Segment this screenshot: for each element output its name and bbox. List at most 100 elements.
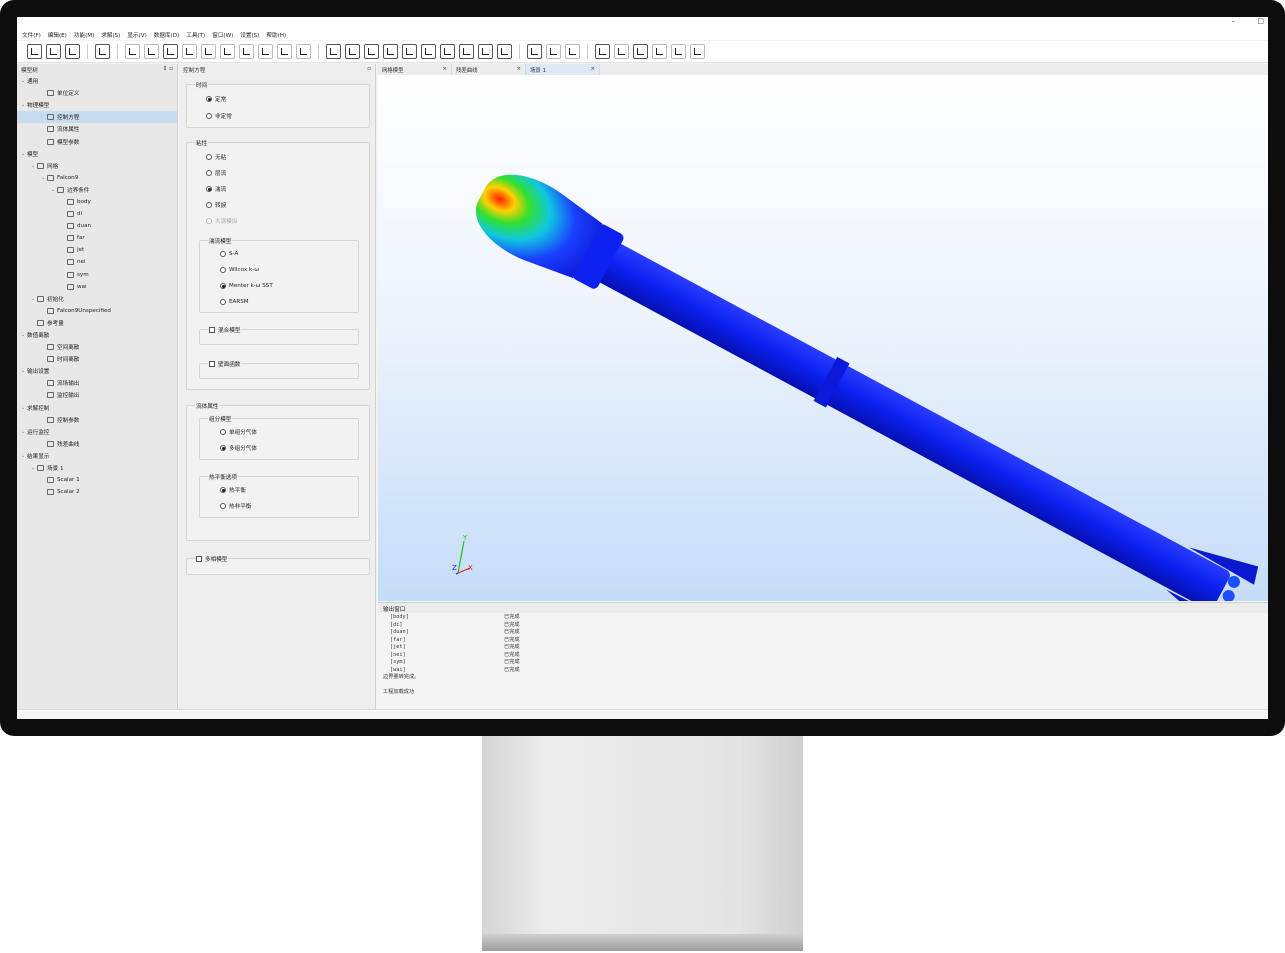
tree-item[interactable]: far bbox=[17, 232, 177, 244]
radio-single-gas[interactable]: 单组分气体 bbox=[220, 428, 257, 436]
tree-item[interactable]: nei bbox=[17, 256, 177, 268]
tree-item[interactable]: sym bbox=[17, 269, 177, 281]
tree-item[interactable]: 参考量 bbox=[17, 317, 177, 329]
chevron-down-icon[interactable]: ⌄ bbox=[19, 453, 27, 459]
radio-laminar[interactable]: 层流 bbox=[206, 169, 226, 177]
save-icon[interactable] bbox=[65, 44, 80, 59]
mesh-tool-8-icon[interactable] bbox=[258, 44, 273, 59]
tree-item[interactable]: duan bbox=[17, 220, 177, 232]
3d-viewport[interactable]: Y Z X bbox=[378, 75, 1268, 637]
radio-indicator[interactable] bbox=[220, 251, 226, 257]
chevron-down-icon[interactable]: ⌄ bbox=[19, 405, 27, 411]
chevron-down-icon[interactable]: ⌄ bbox=[49, 187, 57, 193]
view-tool-3-icon[interactable] bbox=[364, 44, 379, 59]
mesh-tool-3-icon[interactable] bbox=[163, 44, 178, 59]
tree-item[interactable]: Scalar 2 bbox=[17, 486, 177, 498]
mesh-tool-7-icon[interactable] bbox=[239, 44, 254, 59]
close-icon[interactable]: × bbox=[442, 66, 447, 73]
tree-item[interactable]: 控制参数 bbox=[17, 414, 177, 426]
tree-item[interactable]: Scalar 1 bbox=[17, 474, 177, 486]
radio-les[interactable]: 大涡模拟 bbox=[206, 217, 237, 225]
radio-indicator[interactable] bbox=[206, 170, 212, 176]
menu-function[interactable]: 功能(M) bbox=[74, 31, 94, 39]
menu-view[interactable]: 显示(V) bbox=[127, 31, 146, 39]
radio-inviscid[interactable]: 无粘 bbox=[206, 153, 226, 161]
radio-indicator[interactable] bbox=[220, 267, 226, 273]
tree-item[interactable]: 单位定义 bbox=[17, 87, 177, 99]
view-tool-4-icon[interactable] bbox=[383, 44, 398, 59]
menu-help[interactable]: 帮助(H) bbox=[266, 31, 286, 39]
tree-item[interactable]: 控制方程 bbox=[17, 111, 177, 124]
minimize-button[interactable]: – bbox=[1232, 17, 1236, 25]
mesh-tool-4-icon[interactable] bbox=[182, 44, 197, 59]
checkbox-wall-function[interactable]: 壁面函数 bbox=[208, 360, 242, 368]
tree-item[interactable]: 时间离散 bbox=[17, 353, 177, 365]
radio-indicator[interactable] bbox=[220, 299, 226, 305]
import-mesh-icon[interactable] bbox=[95, 44, 110, 59]
post-tool-6-icon[interactable] bbox=[690, 44, 705, 59]
mesh-tool-10-icon[interactable] bbox=[296, 44, 311, 59]
tree-item[interactable]: wai bbox=[17, 281, 177, 293]
radio-sa[interactable]: S-A bbox=[220, 251, 238, 257]
radio-unsteady[interactable]: 非定常 bbox=[206, 112, 232, 120]
tree-item[interactable]: ⌄ 初始化 bbox=[17, 293, 177, 305]
post-tool-4-icon[interactable] bbox=[652, 44, 667, 59]
maximize-button[interactable]: □ bbox=[1257, 17, 1264, 25]
radio-wilcox[interactable]: Wilcox k-ω bbox=[220, 267, 259, 273]
tree-item[interactable]: ⌄ 边界条件 bbox=[17, 184, 177, 196]
checkbox-indicator[interactable] bbox=[209, 327, 215, 333]
view-tool-10-icon[interactable] bbox=[497, 44, 512, 59]
mesh-tool-9-icon[interactable] bbox=[277, 44, 292, 59]
tree-item[interactable]: di bbox=[17, 208, 177, 220]
mesh-grid-icon[interactable] bbox=[27, 44, 42, 59]
radio-thermal-equilibrium[interactable]: 热平衡 bbox=[220, 486, 246, 494]
menu-settings[interactable]: 设置(S) bbox=[240, 31, 259, 39]
pause-icon[interactable] bbox=[546, 44, 561, 59]
view-tool-9-icon[interactable] bbox=[478, 44, 493, 59]
tree-item[interactable]: ⌄ 场景 1 bbox=[17, 462, 177, 474]
close-icon[interactable]: × bbox=[516, 66, 521, 73]
stop-icon[interactable] bbox=[565, 44, 580, 59]
chevron-down-icon[interactable]: ⌄ bbox=[19, 78, 27, 84]
post-tool-2-icon[interactable] bbox=[614, 44, 629, 59]
post-tool-5-icon[interactable] bbox=[671, 44, 686, 59]
tree-item[interactable]: 流场输出 bbox=[17, 377, 177, 389]
panel-float-icon[interactable]: ⇕ ▫ bbox=[163, 66, 173, 73]
tree-item[interactable]: Falcon9Unspecified bbox=[17, 305, 177, 317]
radio-multi-gas[interactable]: 多组分气体 bbox=[220, 444, 257, 452]
tree-item[interactable]: jet bbox=[17, 244, 177, 256]
radio-indicator[interactable] bbox=[206, 218, 212, 224]
tree-item[interactable]: ⌄ 通用 bbox=[17, 75, 177, 87]
view-tool-7-icon[interactable] bbox=[440, 44, 455, 59]
radio-earsm[interactable]: EARSM bbox=[220, 299, 249, 305]
radio-transition[interactable]: 转捩 bbox=[206, 201, 226, 209]
checkbox-indicator[interactable] bbox=[209, 361, 215, 367]
chevron-down-icon[interactable]: ⌄ bbox=[19, 429, 27, 435]
radio-indicator[interactable] bbox=[220, 503, 226, 509]
tree-item[interactable]: ⌄ 物理模型 bbox=[17, 99, 177, 111]
post-tool-3-icon[interactable] bbox=[633, 44, 648, 59]
tree-item[interactable]: ⌄ 模型 bbox=[17, 148, 177, 160]
view-tool-1-icon[interactable] bbox=[326, 44, 341, 59]
tree-item[interactable]: ⌄ 求解控制 bbox=[17, 402, 177, 414]
menu-edit[interactable]: 编辑(E) bbox=[48, 31, 67, 39]
tree-item[interactable]: ⌄ Falcon9 bbox=[17, 172, 177, 184]
post-tool-1-icon[interactable] bbox=[595, 44, 610, 59]
radio-indicator[interactable] bbox=[220, 283, 226, 289]
mesh-tool-5-icon[interactable] bbox=[201, 44, 216, 59]
menu-window[interactable]: 窗口(W) bbox=[212, 31, 233, 39]
mesh-tool-1-icon[interactable] bbox=[125, 44, 140, 59]
tab-residual-curve[interactable]: 残差曲线 × bbox=[452, 64, 526, 75]
tree-item[interactable]: body bbox=[17, 196, 177, 208]
menu-database[interactable]: 数据库(D) bbox=[154, 31, 179, 39]
radio-indicator[interactable] bbox=[206, 154, 212, 160]
radio-indicator[interactable] bbox=[220, 445, 226, 451]
view-tool-5-icon[interactable] bbox=[402, 44, 417, 59]
chevron-down-icon[interactable]: ⌄ bbox=[19, 332, 27, 338]
chevron-down-icon[interactable]: ⌄ bbox=[19, 102, 27, 108]
radio-indicator[interactable] bbox=[220, 429, 226, 435]
tree-item[interactable]: 空间离散 bbox=[17, 341, 177, 353]
tree-item[interactable]: 模型参数 bbox=[17, 135, 177, 147]
tree-item[interactable]: ⌄ 输出设置 bbox=[17, 365, 177, 377]
tree-item[interactable]: 残差曲线 bbox=[17, 438, 177, 450]
